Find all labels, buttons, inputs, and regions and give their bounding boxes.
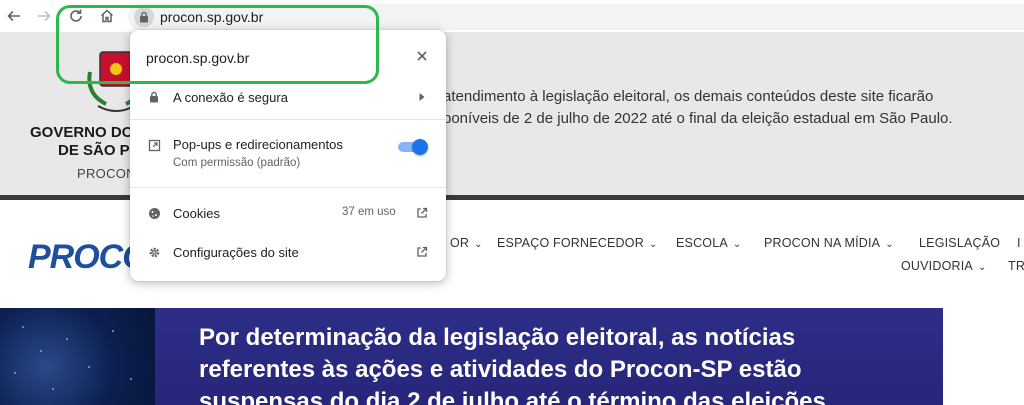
- gear-icon: [146, 244, 162, 260]
- external-link-icon: [417, 246, 428, 257]
- chevron-right-icon: [419, 93, 425, 101]
- election-notice-line2: poníveis de 2 de julho de 2022 até o fin…: [443, 110, 953, 127]
- hero-notice-text: Por determinação da legislação eleitoral…: [199, 322, 897, 405]
- close-icon: [417, 51, 427, 61]
- chevron-down-icon: ⌄: [732, 239, 742, 250]
- external-link-icon: [417, 207, 428, 218]
- chevron-down-icon: ⌄: [648, 239, 658, 250]
- close-button[interactable]: [412, 46, 432, 66]
- popups-toggle[interactable]: [396, 139, 428, 155]
- nav-item-legislacao[interactable]: LEGISLAÇÃO: [919, 236, 1000, 250]
- cookies-label: Cookies: [173, 206, 220, 221]
- cookies-count: 37 em uso: [342, 206, 396, 218]
- nav-item-partial[interactable]: I: [1017, 236, 1021, 250]
- hero-line-2: referentes às ações e atividades do Proc…: [199, 356, 802, 383]
- hero-line-1: Por determinação da legislação eleitoral…: [199, 324, 796, 351]
- government-name-line2: DE SÃO P: [58, 142, 130, 159]
- cookie-icon: [146, 205, 162, 221]
- procon-label: PROCON: [77, 166, 136, 181]
- highlight-annotation: [56, 5, 379, 84]
- arrow-right-icon: [38, 10, 51, 22]
- chevron-down-icon: ⌄: [474, 239, 483, 250]
- election-notice-line1: atendimento à legislação eleitoral, os d…: [443, 88, 934, 105]
- hero-line-3: suspensas do dia 2 de julho até o términ…: [199, 388, 833, 405]
- nav-item-ouvidoria[interactable]: OUVIDORIA ⌄: [901, 259, 987, 273]
- nav-item-procon-na-midia[interactable]: PROCON NA MÍDIA ⌄: [764, 236, 894, 250]
- popup-separator: [130, 119, 446, 120]
- nav-item-consumidor[interactable]: OR ⌄: [450, 236, 483, 250]
- popups-redirects-label: Pop-ups e redirecionamentos: [173, 137, 343, 152]
- government-name-line1: GOVERNO DO: [30, 124, 134, 141]
- popup-window-icon: [146, 137, 162, 153]
- popups-redirects-sublabel: Com permissão (padrão): [173, 157, 301, 169]
- site-settings-label: Configurações do site: [173, 245, 299, 260]
- arrow-left-icon: [7, 10, 20, 22]
- back-button[interactable]: [2, 4, 26, 28]
- forward-button[interactable]: [32, 4, 56, 28]
- connection-secure-label: A conexão é segura: [173, 90, 288, 105]
- hero-decorative-image: [0, 308, 155, 405]
- popup-separator: [130, 187, 446, 188]
- lock-icon: [146, 89, 162, 105]
- nav-item-espaco-fornecedor[interactable]: ESPAÇO FORNECEDOR ⌄: [497, 236, 658, 250]
- nav-item-escola[interactable]: ESCOLA ⌄: [676, 236, 742, 250]
- chevron-down-icon: ⌄: [977, 262, 987, 273]
- nav-item-transparencia[interactable]: TR: [1008, 259, 1024, 273]
- chevron-down-icon: ⌄: [885, 239, 894, 250]
